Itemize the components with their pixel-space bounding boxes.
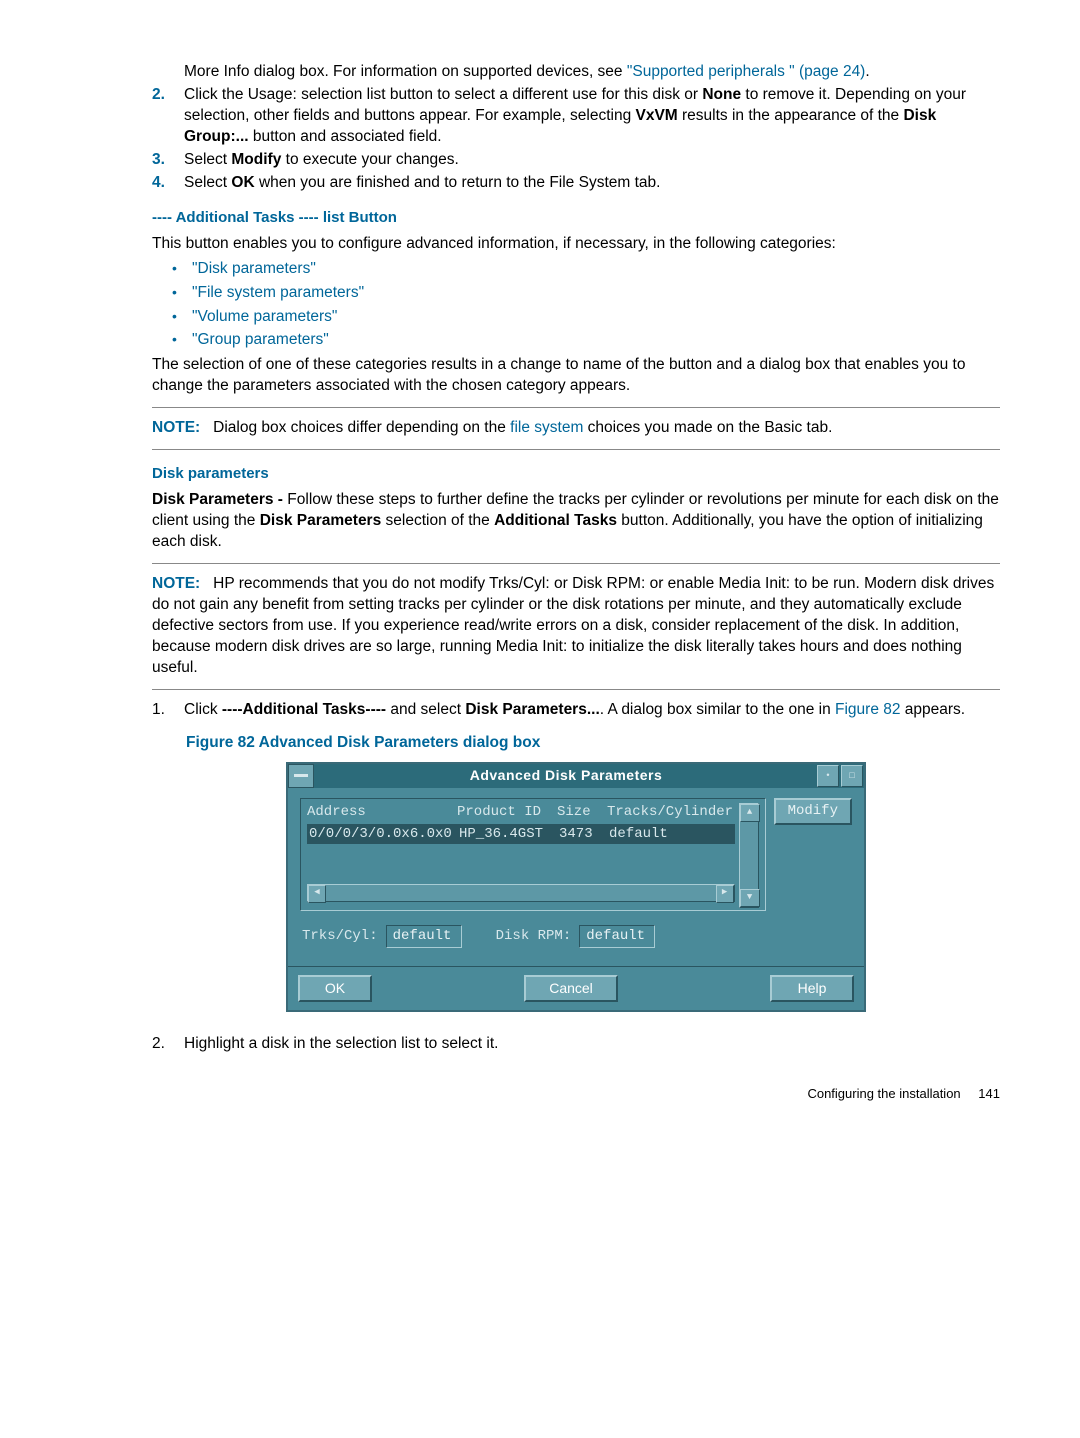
additional-tasks-heading: ---- Additional Tasks ---- list Button (152, 208, 1000, 228)
dialog-titlebar: Advanced Disk Parameters • □ (288, 764, 864, 788)
step-b1: 1. Click ----Additional Tasks---- and se… (152, 700, 1000, 721)
list-headers: AddressProduct IDSizeTracks/Cylinder (307, 803, 735, 822)
field-row: Trks/Cyl: default Disk RPM: default (302, 925, 850, 948)
system-menu-button[interactable] (288, 764, 314, 788)
page-content: More Info dialog box. For information on… (152, 62, 1000, 1055)
bullet-icon: • (172, 259, 192, 278)
intro-continuation: More Info dialog box. For information on… (152, 62, 1000, 83)
dash-icon (294, 774, 308, 777)
disk-parameters-paragraph: Disk Parameters - Follow these steps to … (152, 490, 1000, 553)
trks-cyl-field[interactable]: default (386, 925, 462, 948)
note-label: NOTE: (152, 575, 200, 592)
figure-82-link[interactable]: Figure 82 (835, 701, 900, 718)
divider (152, 563, 1000, 564)
scroll-down-icon[interactable]: ▼ (740, 889, 760, 907)
scroll-right-icon[interactable]: ▶ (716, 885, 734, 903)
horizontal-scrollbar[interactable]: ◀ ▶ (307, 884, 735, 902)
step-number: 3. (152, 150, 184, 171)
list-item: •"Disk parameters" (172, 259, 1000, 280)
vertical-scrollbar[interactable]: ▲ ▼ (739, 803, 759, 909)
step-b2: 2. Highlight a disk in the selection lis… (152, 1034, 1000, 1055)
step-text: Highlight a disk in the selection list t… (184, 1034, 1000, 1055)
step-4: 4. Select OK when you are finished and t… (152, 173, 1000, 194)
bullet-icon: • (172, 330, 192, 349)
additional-tasks-intro: This button enables you to configure adv… (152, 234, 1000, 255)
ok-button[interactable]: OK (298, 975, 372, 1002)
footer-section: Configuring the installation (807, 1086, 960, 1101)
bullet-list: •"Disk parameters" •"File system paramet… (172, 259, 1000, 352)
volume-parameters-link[interactable]: "Volume parameters" (192, 307, 337, 328)
page-footer: Configuring the installation 141 (80, 1085, 1000, 1103)
note-2: NOTE: HP recommends that you do not modi… (152, 574, 1000, 679)
file-system-link[interactable]: file system (510, 419, 583, 436)
intro-text-a: More Info dialog box. For information on… (184, 63, 627, 80)
help-button[interactable]: Help (770, 975, 854, 1002)
disk-parameters-heading: Disk parameters (152, 464, 1000, 484)
step-number: 4. (152, 173, 184, 194)
trks-cyl-label: Trks/Cyl: (302, 927, 378, 946)
list-item: •"Group parameters" (172, 330, 1000, 351)
dialog-body: AddressProduct IDSizeTracks/Cylinder 0/0… (288, 788, 864, 967)
dialog-footer: OK Cancel Help (288, 966, 864, 1010)
bullet-icon: • (172, 283, 192, 302)
supported-peripherals-link[interactable]: "Supported peripherals " (page 24) (627, 63, 866, 80)
maximize-button[interactable]: □ (841, 765, 863, 787)
bullet-icon: • (172, 307, 192, 326)
cancel-button[interactable]: Cancel (524, 975, 618, 1002)
page-number: 141 (978, 1086, 1000, 1101)
advanced-disk-parameters-dialog: Advanced Disk Parameters • □ AddressProd… (286, 762, 866, 1013)
disk-rpm-label: Disk RPM: (496, 927, 572, 946)
list-item: •"File system parameters" (172, 283, 1000, 304)
step-3: 3. Select Modify to execute your changes… (152, 150, 1000, 171)
list-item: •"Volume parameters" (172, 307, 1000, 328)
modify-button[interactable]: Modify (774, 798, 852, 825)
scroll-left-icon[interactable]: ◀ (308, 885, 326, 903)
note-label: NOTE: (152, 419, 200, 436)
scroll-up-icon[interactable]: ▲ (740, 804, 760, 822)
note-1: NOTE: Dialog box choices differ dependin… (152, 418, 1000, 439)
step-number: 2. (152, 85, 184, 148)
file-system-parameters-link[interactable]: "File system parameters" (192, 283, 364, 304)
figure-caption: Figure 82 Advanced Disk Parameters dialo… (186, 733, 1000, 754)
group-parameters-link[interactable]: "Group parameters" (192, 330, 329, 351)
intro-text-b: . (865, 63, 869, 80)
disk-row[interactable]: 0/0/0/3/0.0x6.0x0HP_36.4GST3473default (307, 824, 735, 845)
dialog-title: Advanced Disk Parameters (316, 766, 816, 785)
disk-list: AddressProduct IDSizeTracks/Cylinder 0/0… (300, 798, 766, 912)
disk-rpm-field[interactable]: default (579, 925, 655, 948)
step-2: 2. Click the Usage: selection list butto… (152, 85, 1000, 148)
divider (152, 449, 1000, 450)
minimize-button[interactable]: • (817, 765, 839, 787)
divider (152, 689, 1000, 690)
categories-paragraph: The selection of one of these categories… (152, 355, 1000, 397)
step-number: 1. (152, 700, 184, 721)
divider (152, 407, 1000, 408)
disk-parameters-link[interactable]: "Disk parameters" (192, 259, 316, 280)
step-number: 2. (152, 1034, 184, 1055)
